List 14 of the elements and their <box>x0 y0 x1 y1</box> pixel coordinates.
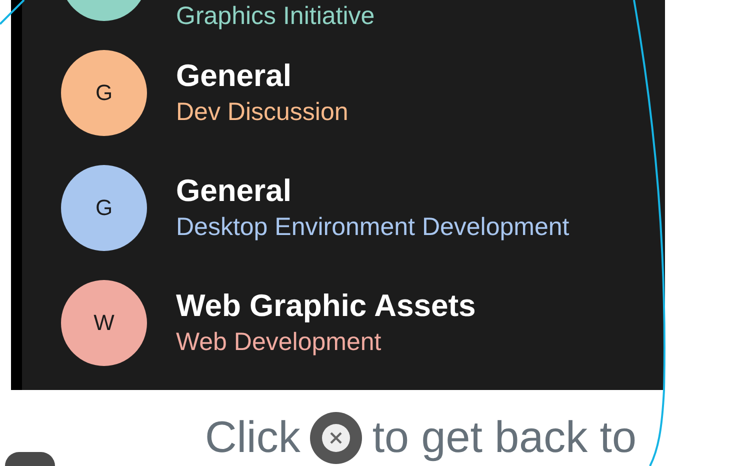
hint-text: Click <box>205 416 300 460</box>
avatar: G <box>61 50 147 136</box>
callout-line <box>0 0 25 25</box>
channel-subtitle: Web Development <box>176 328 382 357</box>
channel-title: General <box>176 173 292 209</box>
channel-title: Web Graphic Assets <box>176 288 476 324</box>
hint-text: to get back to <box>372 416 636 460</box>
channel-subtitle: Dev Discussion <box>176 98 348 127</box>
channel-subtitle: Graphics Initiative <box>176 2 375 31</box>
close-icon <box>310 412 362 464</box>
channel-title: General <box>176 58 292 94</box>
avatar: G <box>61 164 147 250</box>
channel-subtitle: Desktop Environment Development <box>176 213 570 242</box>
avatar: W <box>61 280 147 366</box>
